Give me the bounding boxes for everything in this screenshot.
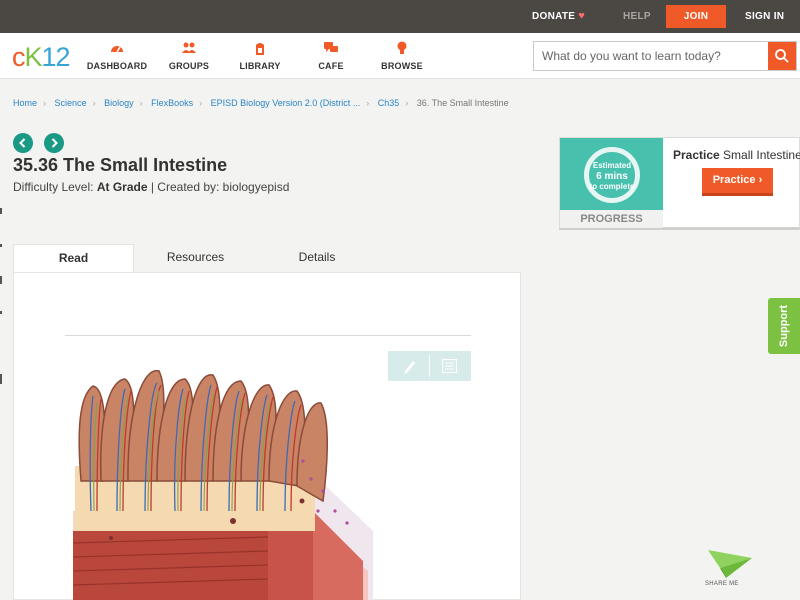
edge-fragment (0, 208, 2, 214)
nav-browse[interactable]: BROWSE (367, 41, 437, 71)
notes-icon[interactable] (442, 359, 457, 373)
share-me-button[interactable]: SHARE ME (702, 548, 754, 592)
donate-link[interactable]: DONATE ♥ (532, 0, 585, 33)
edge-fragment (0, 311, 2, 314)
estimate-ring: Estimated 6 mins to complete (584, 147, 640, 203)
tab-details[interactable]: Details (277, 244, 357, 273)
join-button[interactable]: JOIN (666, 5, 726, 28)
chevron-right-icon: › (199, 98, 203, 108)
progress-label: PROGRESS (560, 210, 663, 228)
breadcrumb-current: 36. The Small Intestine (416, 98, 509, 108)
nav-browse-label: BROWSE (381, 61, 423, 71)
breadcrumb-chapter[interactable]: Ch35 (378, 98, 400, 108)
annotation-toolbar (388, 351, 471, 381)
nav-cafe-label: CAFE (318, 61, 344, 71)
breadcrumb-home[interactable]: Home (13, 98, 37, 108)
lesson-content (13, 272, 521, 600)
top-bar: DONATE ♥ HELP JOIN SIGN IN (0, 0, 800, 33)
nav-dashboard-label: DASHBOARD (86, 61, 148, 71)
edge-fragment (0, 276, 2, 284)
paper-plane-icon (708, 550, 752, 578)
tab-read[interactable]: Read (13, 244, 134, 273)
breadcrumb-biology[interactable]: Biology (104, 98, 134, 108)
chevron-right-icon: › (43, 98, 47, 108)
practice-panel: Estimated 6 mins to complete PROGRESS Pr… (559, 137, 800, 230)
chevron-right-icon: › (139, 98, 143, 108)
nav-dashboard[interactable]: DASHBOARD (82, 41, 152, 71)
page-title: 35.36 The Small Intestine (13, 155, 228, 175)
pencil-icon[interactable] (402, 358, 416, 374)
main-nav: cK12 DASHBOARD GROUPS LIBRARY CAFE BROWS… (0, 33, 800, 79)
chevron-right-icon: › (405, 98, 409, 108)
search-icon (775, 49, 789, 63)
next-lesson-button[interactable] (44, 133, 64, 153)
divider (429, 355, 430, 377)
breadcrumb-flexbooks[interactable]: FlexBooks (151, 98, 193, 108)
created-by: | Created by: biologyepisd (150, 180, 290, 194)
tab-resources[interactable]: Resources (153, 244, 238, 273)
practice-button[interactable]: Practice › (702, 168, 773, 196)
edge-fragment (0, 244, 2, 247)
share-me-label: SHARE ME (705, 581, 739, 587)
search-button[interactable] (768, 42, 796, 70)
edge-fragment (0, 374, 2, 384)
browse-icon (367, 41, 437, 57)
content-tabs: Read Resources Details (13, 244, 521, 273)
difficulty-value: At Grade (96, 180, 148, 194)
practice-estimate-area: Estimated 6 mins to complete (560, 138, 663, 210)
help-link[interactable]: HELP (623, 0, 651, 33)
divider (65, 335, 471, 336)
library-icon (225, 41, 295, 57)
practice-title: Practice Small Intestine (673, 148, 800, 162)
nav-groups-label: GROUPS (168, 61, 210, 71)
chevron-right-icon (51, 138, 58, 148)
chevron-left-icon (19, 138, 26, 148)
breadcrumb-science[interactable]: Science (55, 98, 87, 108)
breadcrumb-book[interactable]: EPISD Biology Version 2.0 (District ... (211, 98, 361, 108)
chevron-right-icon: › (366, 98, 370, 108)
nav-groups[interactable]: GROUPS (154, 41, 224, 71)
nav-library-label: LIBRARY (239, 61, 281, 71)
previous-lesson-button[interactable] (13, 133, 33, 153)
difficulty-label: Difficulty Level: (13, 180, 94, 194)
support-tab[interactable]: Support (768, 298, 800, 354)
chevron-right-icon: › (758, 174, 763, 186)
donate-label: DONATE (532, 11, 576, 22)
lesson-meta: Difficulty Level: At Grade | Created by:… (13, 180, 289, 194)
small-intestine-illustration (73, 370, 373, 600)
nav-cafe[interactable]: CAFE (296, 41, 366, 71)
breadcrumb: Home › Science › Biology › FlexBooks › EPISD… (13, 98, 509, 108)
search-box (533, 41, 797, 71)
search-input[interactable] (534, 42, 768, 70)
cafe-icon (296, 41, 366, 57)
sign-in-link[interactable]: SIGN IN (745, 0, 784, 33)
heart-icon: ♥ (578, 10, 586, 22)
groups-icon (154, 41, 224, 57)
ck12-logo[interactable]: cK12 (12, 42, 71, 73)
nav-library[interactable]: LIBRARY (225, 41, 295, 71)
chevron-right-icon: › (92, 98, 96, 108)
dashboard-icon (82, 41, 152, 57)
